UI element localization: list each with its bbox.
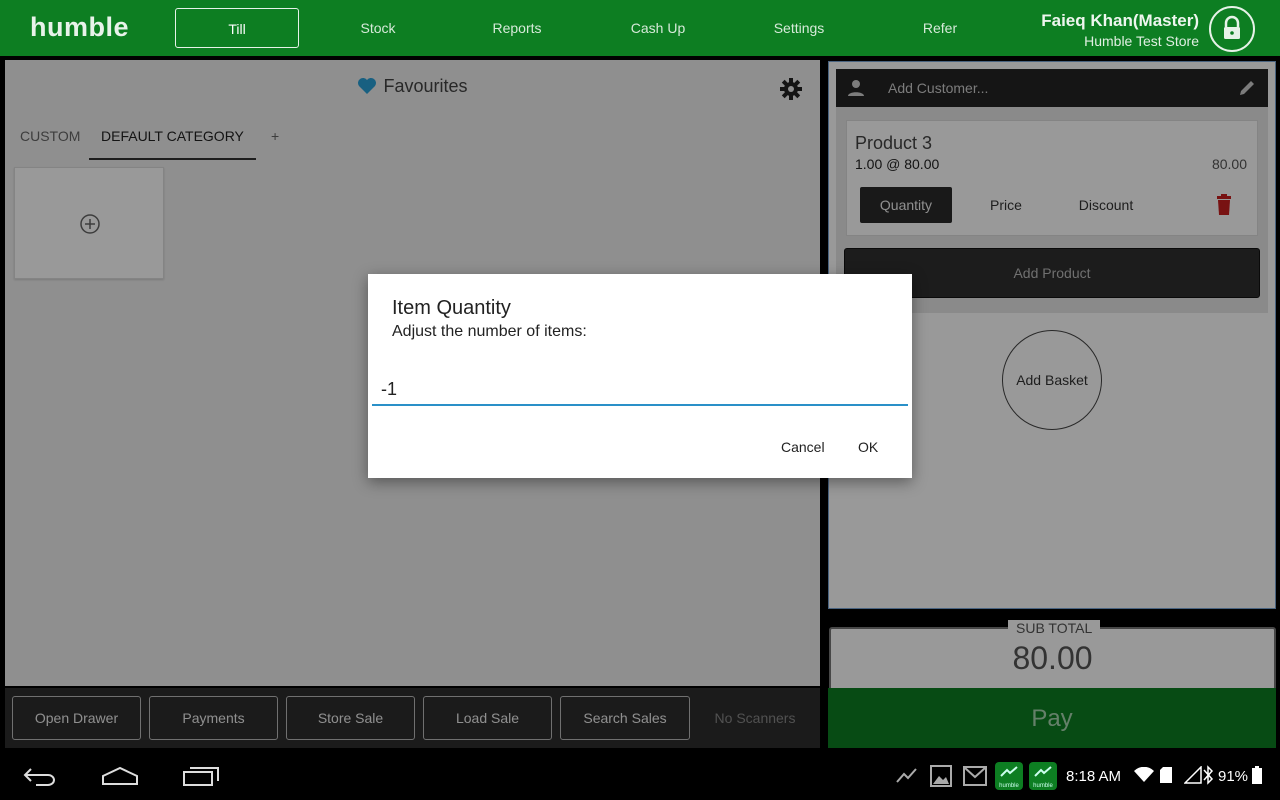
home-icon[interactable] (101, 766, 139, 786)
nav-tab-till[interactable]: Till (175, 8, 299, 48)
user-name: Faieq Khan(Master) (1041, 11, 1199, 30)
humble-app-label: humble (999, 783, 1019, 789)
bluetooth-icon (1203, 765, 1214, 785)
top-nav-bar: humble Till Stock Reports Cash Up Settin… (0, 0, 1280, 56)
humble-app-label-2: humble (1033, 783, 1053, 789)
dialog-message: Adjust the number of items: (392, 323, 587, 340)
dialog-title: Item Quantity (392, 297, 511, 319)
back-icon[interactable] (22, 766, 58, 786)
humble-app-notification-icon: humble (995, 762, 1023, 790)
trend-notification-icon (896, 768, 917, 783)
system-nav-bar: humble humble 8:18 AM 91% (0, 750, 1280, 800)
wifi-icon (1134, 767, 1154, 782)
cancel-button[interactable]: Cancel (773, 432, 833, 462)
nav-tab-stock[interactable]: Stock (316, 8, 440, 48)
store-name: Humble Test Store (1084, 33, 1199, 49)
humble-app-notification-icon-2: humble (1029, 762, 1057, 790)
lock-icon (1224, 15, 1240, 39)
lock-button[interactable] (1209, 6, 1255, 52)
item-quantity-dialog: Item Quantity Adjust the number of items… (368, 274, 912, 478)
nav-tab-refer[interactable]: Refer (878, 8, 1002, 48)
ok-button[interactable]: OK (850, 432, 886, 462)
system-clock: 8:18 AM (1066, 768, 1122, 785)
battery-icon (1252, 766, 1262, 784)
image-notification-icon (930, 765, 952, 787)
nav-tab-reports[interactable]: Reports (455, 8, 579, 48)
battery-percentage: 91% (1218, 768, 1249, 785)
signal-icon (1184, 766, 1202, 784)
quantity-input[interactable] (372, 374, 908, 406)
nav-tab-settings[interactable]: Settings (737, 8, 861, 48)
app-logo: humble (30, 12, 130, 42)
recent-apps-icon[interactable] (182, 765, 220, 787)
nav-tab-cash-up[interactable]: Cash Up (596, 8, 720, 48)
gmail-notification-icon (963, 766, 987, 786)
sim-icon (1160, 767, 1172, 783)
